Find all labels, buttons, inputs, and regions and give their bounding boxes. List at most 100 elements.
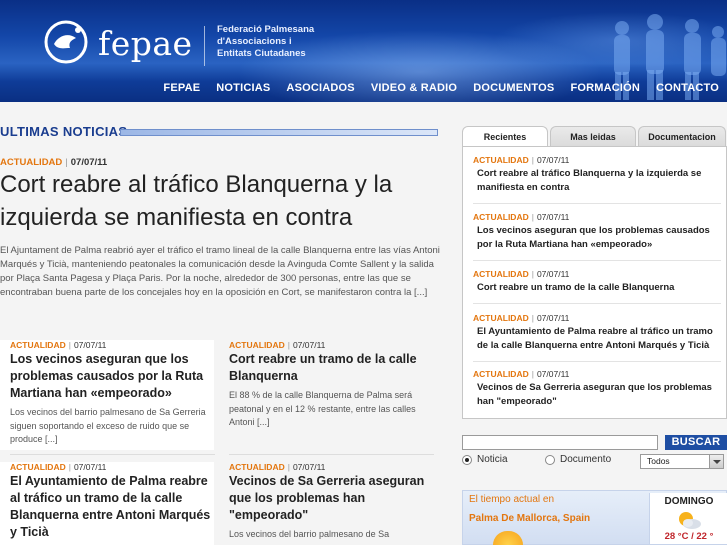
card-excerpt: Los vecinos del barrio palmesano de Sa (229, 529, 390, 539)
sidebar: Recientes Mas leidas Documentacion ACTUA… (460, 102, 727, 545)
list-divider (473, 303, 721, 304)
list-item-title[interactable]: Cort reabre un tramo de la calle Blanque… (473, 281, 721, 295)
weather-title: El tiempo actual en (469, 494, 555, 505)
sun-icon (493, 531, 523, 545)
meta-separator: | (531, 369, 534, 379)
card-meta: ACTUALIDAD | 07/07/11 (229, 462, 325, 472)
meta-separator: | (531, 313, 534, 323)
nav-item-formacion[interactable]: FORMACIÓN (562, 82, 648, 98)
card-meta: ACTUALIDAD | 07/07/11 (229, 340, 325, 350)
forecast-temperature: 28 °C / 22 ° (664, 531, 714, 542)
nav-item-video-radio[interactable]: VIDEO & RADIO (363, 82, 465, 98)
list-item-title[interactable]: El Ayuntamiento de Palma reabre al tráfi… (473, 325, 721, 353)
meta-separator: | (287, 340, 290, 350)
tab-panel-recientes: ACTUALIDAD | 07/07/11 Cort reabre al tráfi… (462, 146, 727, 419)
org-line-3: Entitats Ciutadanes (217, 48, 306, 59)
card-divider (229, 454, 434, 455)
nav-item-fepae[interactable]: FEPAE (155, 82, 208, 98)
news-card: ACTUALIDAD | 07/07/11 Vecinos de Sa Gerrer… (219, 462, 433, 545)
radio-noticia[interactable]: Noticia (462, 454, 508, 465)
radio-documento-indicator[interactable] (545, 454, 555, 465)
list-item-title[interactable]: Cort reabre al tráfico Blanquerna y la i… (473, 167, 721, 195)
list-item: ACTUALIDAD | 07/07/11 El Ayuntamiento de P… (473, 313, 721, 353)
main-nav: FEPAE NOTICIAS ASOCIADOS VIDEO & RADIO D… (155, 82, 727, 98)
list-item-category[interactable]: ACTUALIDAD (473, 313, 529, 323)
radio-noticia-label: Noticia (477, 454, 508, 465)
weather-widget: El tiempo actual en Palma De Mallorca, S… (462, 490, 727, 545)
lead-meta: ACTUALIDAD | 07/07/11 (0, 157, 107, 168)
card-headline[interactable]: El Ayuntamiento de Palma reabre al tráfi… (10, 473, 215, 541)
logo-divider (204, 26, 205, 66)
meta-separator: | (287, 462, 290, 472)
logo-wordmark: fepae (98, 24, 193, 63)
lead-category[interactable]: ACTUALIDAD (0, 157, 62, 168)
meta-separator: | (68, 462, 71, 472)
news-card: ACTUALIDAD | 07/07/11 El Ayuntamiento de P… (0, 462, 214, 545)
partly-cloudy-icon (679, 512, 701, 529)
search-input[interactable] (462, 435, 658, 450)
tab-recientes[interactable]: Recientes (462, 126, 548, 147)
site-header: fepae Federació Palmesana d'Associacions… (0, 0, 727, 102)
card-meta: ACTUALIDAD | 07/07/11 (10, 462, 106, 472)
list-item-meta: ACTUALIDAD | 07/07/11 (473, 155, 721, 165)
news-card: ACTUALIDAD | 07/07/11 Cort reabre un tramo… (219, 340, 433, 450)
list-divider (473, 260, 721, 261)
weather-city[interactable]: Palma De Mallorca, Spain (469, 513, 590, 524)
news-card: ACTUALIDAD | 07/07/11 Los vecinos aseguran… (0, 340, 214, 450)
radio-noticia-indicator[interactable] (462, 454, 472, 465)
forecast-day-label: DOMINGO (664, 496, 714, 507)
list-item-category[interactable]: ACTUALIDAD (473, 155, 529, 165)
logo-globe-icon (44, 20, 88, 64)
logo-subtitle: Federació Palmesana d'Associacions i Ent… (217, 24, 314, 60)
list-item-category[interactable]: ACTUALIDAD (473, 369, 529, 379)
tab-mas-leidas[interactable]: Mas leidas (550, 126, 636, 147)
card-date: 07/07/11 (292, 462, 326, 472)
card-category[interactable]: ACTUALIDAD (10, 462, 66, 472)
card-category[interactable]: ACTUALIDAD (229, 462, 285, 472)
card-category[interactable]: ACTUALIDAD (10, 340, 66, 350)
lead-headline[interactable]: Cort reabre al tráfico Blanquerna y la i… (0, 168, 440, 234)
list-divider (473, 361, 721, 362)
list-item-date: 07/07/11 (536, 212, 570, 222)
card-headline[interactable]: Cort reabre un tramo de la calle Blanque… (229, 351, 434, 385)
fepae-logo[interactable]: fepae Federació Palmesana d'Associacions… (42, 16, 342, 70)
sidebar-tabs: Recientes Mas leidas Documentacion (462, 126, 727, 147)
nav-item-contacto[interactable]: CONTACTO (648, 82, 727, 98)
list-item-meta: ACTUALIDAD | 07/07/11 (473, 369, 721, 379)
list-item-title[interactable]: Vecinos de Sa Gerreria aseguran que los … (473, 381, 721, 409)
weather-forecast-day: DOMINGO 28 °C / 22 ° (649, 493, 727, 544)
list-item-category[interactable]: ACTUALIDAD (473, 269, 529, 279)
nav-item-asociados[interactable]: ASOCIADOS (278, 82, 362, 98)
lead-date: 07/07/11 (70, 157, 108, 168)
search-button[interactable]: BUSCAR (665, 435, 727, 450)
lead-excerpt: El Ajuntament de Palma reabrió ayer el t… (0, 245, 440, 298)
list-item: ACTUALIDAD | 07/07/11 Cort reabre un tramo… (473, 269, 721, 295)
meta-separator: | (531, 155, 534, 165)
section-title: ULTIMAS NOTICIAS (0, 124, 128, 139)
category-select[interactable]: Todos (640, 454, 724, 469)
list-item: ACTUALIDAD | 07/07/11 Vecinos de Sa Gerrer… (473, 369, 721, 409)
nav-item-noticias[interactable]: NOTICIAS (208, 82, 278, 98)
card-date: 07/07/11 (73, 462, 107, 472)
tab-documentacion[interactable]: Documentacion (638, 126, 726, 147)
card-category[interactable]: ACTUALIDAD (229, 340, 285, 350)
card-divider (10, 454, 215, 455)
section-title-bar (120, 129, 438, 136)
list-item-category[interactable]: ACTUALIDAD (473, 212, 529, 222)
list-divider (473, 203, 721, 204)
meta-separator: | (531, 212, 534, 222)
list-item-date: 07/07/11 (536, 269, 570, 279)
org-line-1: Federació Palmesana (217, 24, 315, 35)
list-item-date: 07/07/11 (536, 155, 570, 165)
list-item: ACTUALIDAD | 07/07/11 Los vecinos aseguran… (473, 212, 721, 252)
meta-separator: | (68, 340, 71, 350)
news-column: ULTIMAS NOTICIAS ACTUALIDAD | 07/07/11 Cor… (0, 102, 448, 545)
nav-item-documentos[interactable]: DOCUMENTOS (465, 82, 562, 98)
radio-documento[interactable]: Documento (545, 454, 611, 465)
chevron-down-icon[interactable] (709, 455, 723, 468)
card-headline[interactable]: Los vecinos aseguran que los problemas c… (10, 351, 215, 402)
list-item-title[interactable]: Los vecinos aseguran que los problemas c… (473, 224, 721, 252)
card-excerpt: Los vecinos del barrio palmesano de Sa G… (10, 407, 206, 444)
list-item: ACTUALIDAD | 07/07/11 Cort reabre al tráfi… (473, 155, 721, 195)
card-headline[interactable]: Vecinos de Sa Gerreria aseguran que los … (229, 473, 434, 524)
